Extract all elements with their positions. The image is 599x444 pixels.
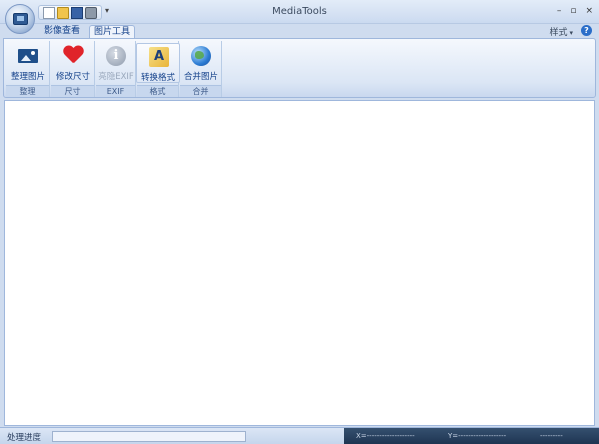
group-label-organize: 整理 (6, 85, 49, 97)
group-label-format: 格式 (137, 85, 178, 97)
maximize-button[interactable]: ▫ (570, 6, 576, 16)
style-menu-label: 样式 (549, 28, 568, 38)
convert-format-button[interactable]: A 转换格式 (136, 43, 180, 83)
progress-label: 处理进度 (7, 433, 42, 443)
x-coordinate: X=------------------- (356, 432, 415, 440)
resize-button[interactable]: 修改尺寸 (51, 43, 95, 83)
progress-bar (52, 431, 246, 442)
group-label-merge: 合并 (180, 85, 221, 97)
organize-images-button[interactable]: 整理图片 (6, 43, 50, 83)
window-controls: – ▫ × (557, 6, 593, 16)
ribbon-panel: 整理图片 整理 修改尺寸 尺寸 i 亮隐EXIF EXIF A 转换格式 格式 … (3, 38, 596, 98)
merge-images-button[interactable]: 合并图片 (179, 43, 223, 83)
title-bar: ▾ MediaTools – ▫ × (0, 0, 599, 24)
help-icon[interactable]: ? (581, 25, 592, 36)
group-label-exif: EXIF (96, 85, 135, 97)
exif-label: 亮隐EXIF (98, 72, 134, 82)
image-workspace[interactable] (4, 100, 595, 426)
app-logo-icon (13, 13, 28, 25)
close-button[interactable]: × (585, 6, 593, 16)
ribbon-group-merge: 合并图片 合并 (180, 41, 222, 97)
ribbon-group-size: 修改尺寸 尺寸 (51, 41, 95, 97)
ribbon-tab-row: 影像查看 图片工具 (0, 24, 599, 40)
ribbon-group-organize: 整理图片 整理 (6, 41, 50, 97)
convert-format-icon: A (149, 47, 169, 67)
application-menu-button[interactable] (5, 4, 35, 34)
merge-images-label: 合并图片 (183, 72, 218, 82)
tab-image-viewer[interactable]: 影像查看 (40, 25, 84, 39)
extra-readout: --------- (540, 432, 563, 440)
coordinate-readout: X=------------------- Y=----------------… (344, 428, 599, 444)
convert-format-label: 转换格式 (140, 73, 175, 83)
style-menu[interactable]: 样式 ▾ (549, 25, 573, 38)
resize-label: 修改尺寸 (55, 72, 90, 82)
ribbon-group-format: A 转换格式 格式 (136, 41, 180, 97)
chevron-down-icon: ▾ (569, 29, 573, 37)
organize-images-label: 整理图片 (10, 72, 45, 82)
y-coordinate: Y=------------------- (448, 432, 507, 440)
group-label-size: 尺寸 (51, 85, 94, 97)
info-icon: i (106, 46, 126, 66)
picture-icon (18, 49, 38, 63)
exif-button[interactable]: i 亮隐EXIF (94, 43, 138, 83)
globe-icon (191, 46, 211, 66)
status-bar: 处理进度 X=------------------- Y=-----------… (0, 427, 599, 444)
ribbon-group-exif: i 亮隐EXIF EXIF (96, 41, 136, 97)
window-title: MediaTools (272, 6, 327, 17)
minimize-button[interactable]: – (557, 6, 562, 16)
heart-icon (63, 46, 83, 64)
